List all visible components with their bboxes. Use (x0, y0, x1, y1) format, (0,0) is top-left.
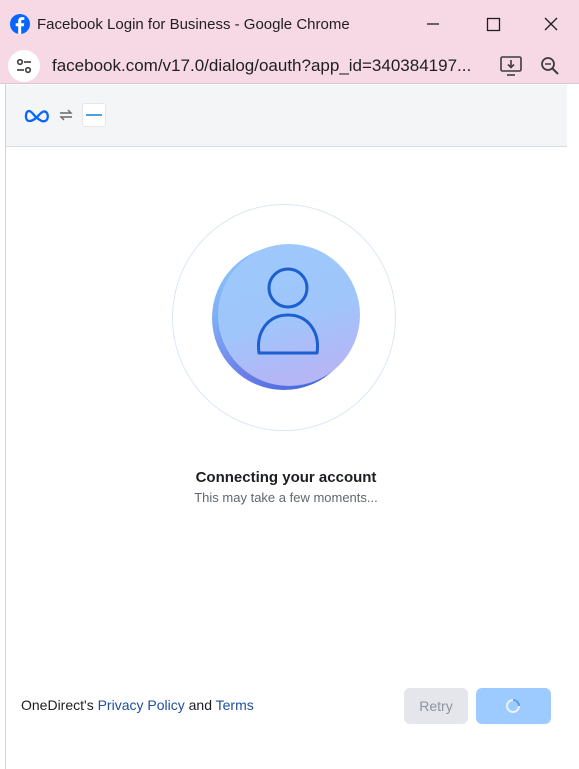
dialog-header (6, 85, 567, 147)
privacy-policy-link[interactable]: Privacy Policy (98, 697, 185, 713)
onedirect-logo (82, 103, 106, 127)
retry-button[interactable]: Retry (404, 688, 468, 724)
user-icon (212, 244, 360, 390)
address-bar: facebook.com/v17.0/dialog/oauth?app_id=3… (0, 46, 579, 84)
url-field[interactable]: facebook.com/v17.0/dialog/oauth?app_id=3… (52, 56, 486, 76)
connecting-subtext: This may take a few moments... (194, 490, 378, 505)
avatar (209, 243, 361, 390)
meta-logo (24, 109, 49, 123)
install-app-icon (500, 56, 522, 76)
legal-footer: OneDirect's Privacy Policy and Terms (21, 697, 254, 713)
terms-link[interactable]: Terms (216, 697, 254, 713)
sync-icon (59, 109, 73, 121)
footer-conjunction: and (188, 697, 212, 713)
maximize-button[interactable] (473, 10, 513, 38)
facebook-icon (10, 14, 30, 34)
tune-icon (16, 58, 32, 74)
window-title-bar: Facebook Login for Business - Google Chr… (0, 0, 579, 46)
maximize-icon (486, 17, 501, 32)
window-title: Facebook Login for Business - Google Chr… (37, 16, 350, 33)
close-button[interactable] (531, 10, 571, 38)
zoom-button[interactable] (536, 52, 564, 80)
footer-prefix: OneDirect's (21, 697, 94, 713)
loading-spinner-icon (506, 699, 520, 713)
minimize-button[interactable] (413, 10, 453, 38)
zoom-icon (541, 57, 559, 75)
minimize-icon (427, 23, 439, 25)
close-icon (544, 17, 558, 31)
connecting-heading: Connecting your account (195, 469, 377, 486)
continue-button[interactable] (476, 688, 551, 724)
site-info-button[interactable] (8, 50, 40, 82)
install-app-button[interactable] (497, 52, 525, 80)
